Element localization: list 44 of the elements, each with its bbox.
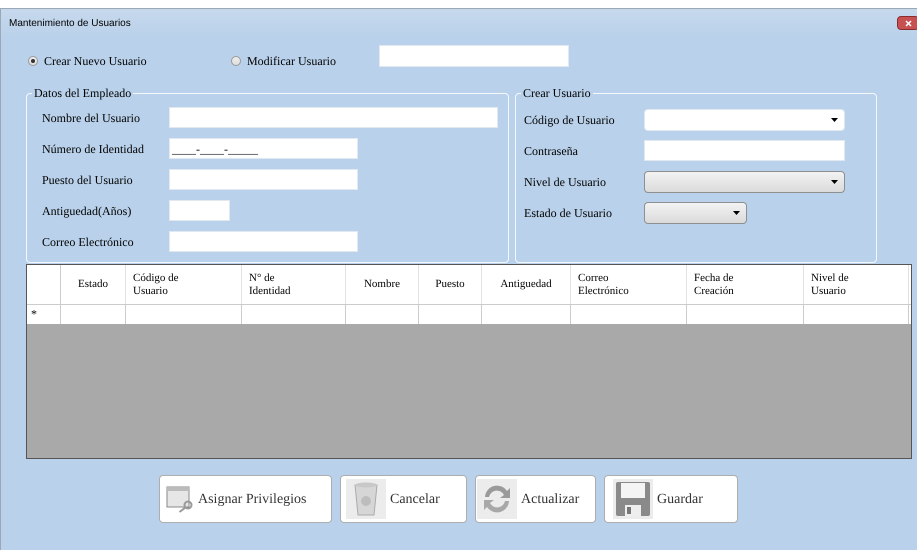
action-button[interactable]: Cancelar [340, 475, 467, 523]
column-header[interactable]: Fecha de Creación [687, 265, 804, 304]
field-label: Puesto del Usuario [42, 172, 134, 188]
text-field[interactable] [169, 107, 498, 128]
column-header[interactable]: Estado [61, 265, 126, 304]
action-button[interactable]: Actualizar [475, 475, 596, 523]
field-label: Contraseña [524, 142, 579, 160]
column-header[interactable]: Correo Electrónico [571, 265, 687, 304]
action-button[interactable]: Guardar [604, 475, 738, 523]
column-header[interactable]: Puesto [419, 265, 482, 304]
text-field[interactable] [169, 231, 358, 252]
masked-input-field[interactable]: ____-____-_____ [169, 138, 358, 159]
refresh-arrows-icon [477, 479, 517, 519]
column-header[interactable]: Código de Usuario [126, 265, 242, 304]
window-title: Mantenimiento de Usuarios [9, 16, 131, 30]
field-label: Estado de Usuario [524, 204, 613, 222]
radio-option[interactable]: Crear Nuevo Usuario [28, 52, 231, 70]
dropdown-field[interactable] [644, 202, 747, 224]
column-header[interactable]: Nombre [346, 265, 419, 304]
text-field[interactable] [169, 169, 358, 190]
action-button[interactable]: Asignar Privilegios [159, 475, 332, 523]
row-header: * [27, 305, 61, 324]
search-field[interactable] [379, 45, 569, 67]
caret-icon [831, 118, 838, 122]
dropdown-field[interactable] [644, 170, 845, 192]
text-field[interactable] [644, 140, 845, 161]
field-label: Código de Usuario [524, 112, 616, 128]
trash-can-icon [346, 479, 386, 519]
field-label: Antiguedad(Años) [42, 202, 132, 220]
column-header[interactable]: N° de Identidad [242, 265, 346, 304]
column-header[interactable]: Antiguedad [482, 265, 571, 304]
column-header[interactable]: Nivel de Usuario [804, 265, 909, 304]
caret-icon [831, 180, 838, 184]
field-label: Nivel de Usuario [524, 174, 607, 190]
close-button[interactable] [897, 16, 917, 30]
close-icon [904, 20, 912, 26]
field-label: Correo Electrónico [42, 234, 135, 250]
caret-icon [733, 210, 740, 214]
field-label: Nombre del Usuario [42, 110, 141, 126]
radio-option[interactable]: Modificar Usuario [231, 52, 379, 70]
window-key-icon [166, 485, 194, 513]
text-field[interactable] [169, 200, 230, 221]
field-label: Número de Identidad [42, 140, 145, 158]
floppy-disk-icon [613, 479, 653, 519]
